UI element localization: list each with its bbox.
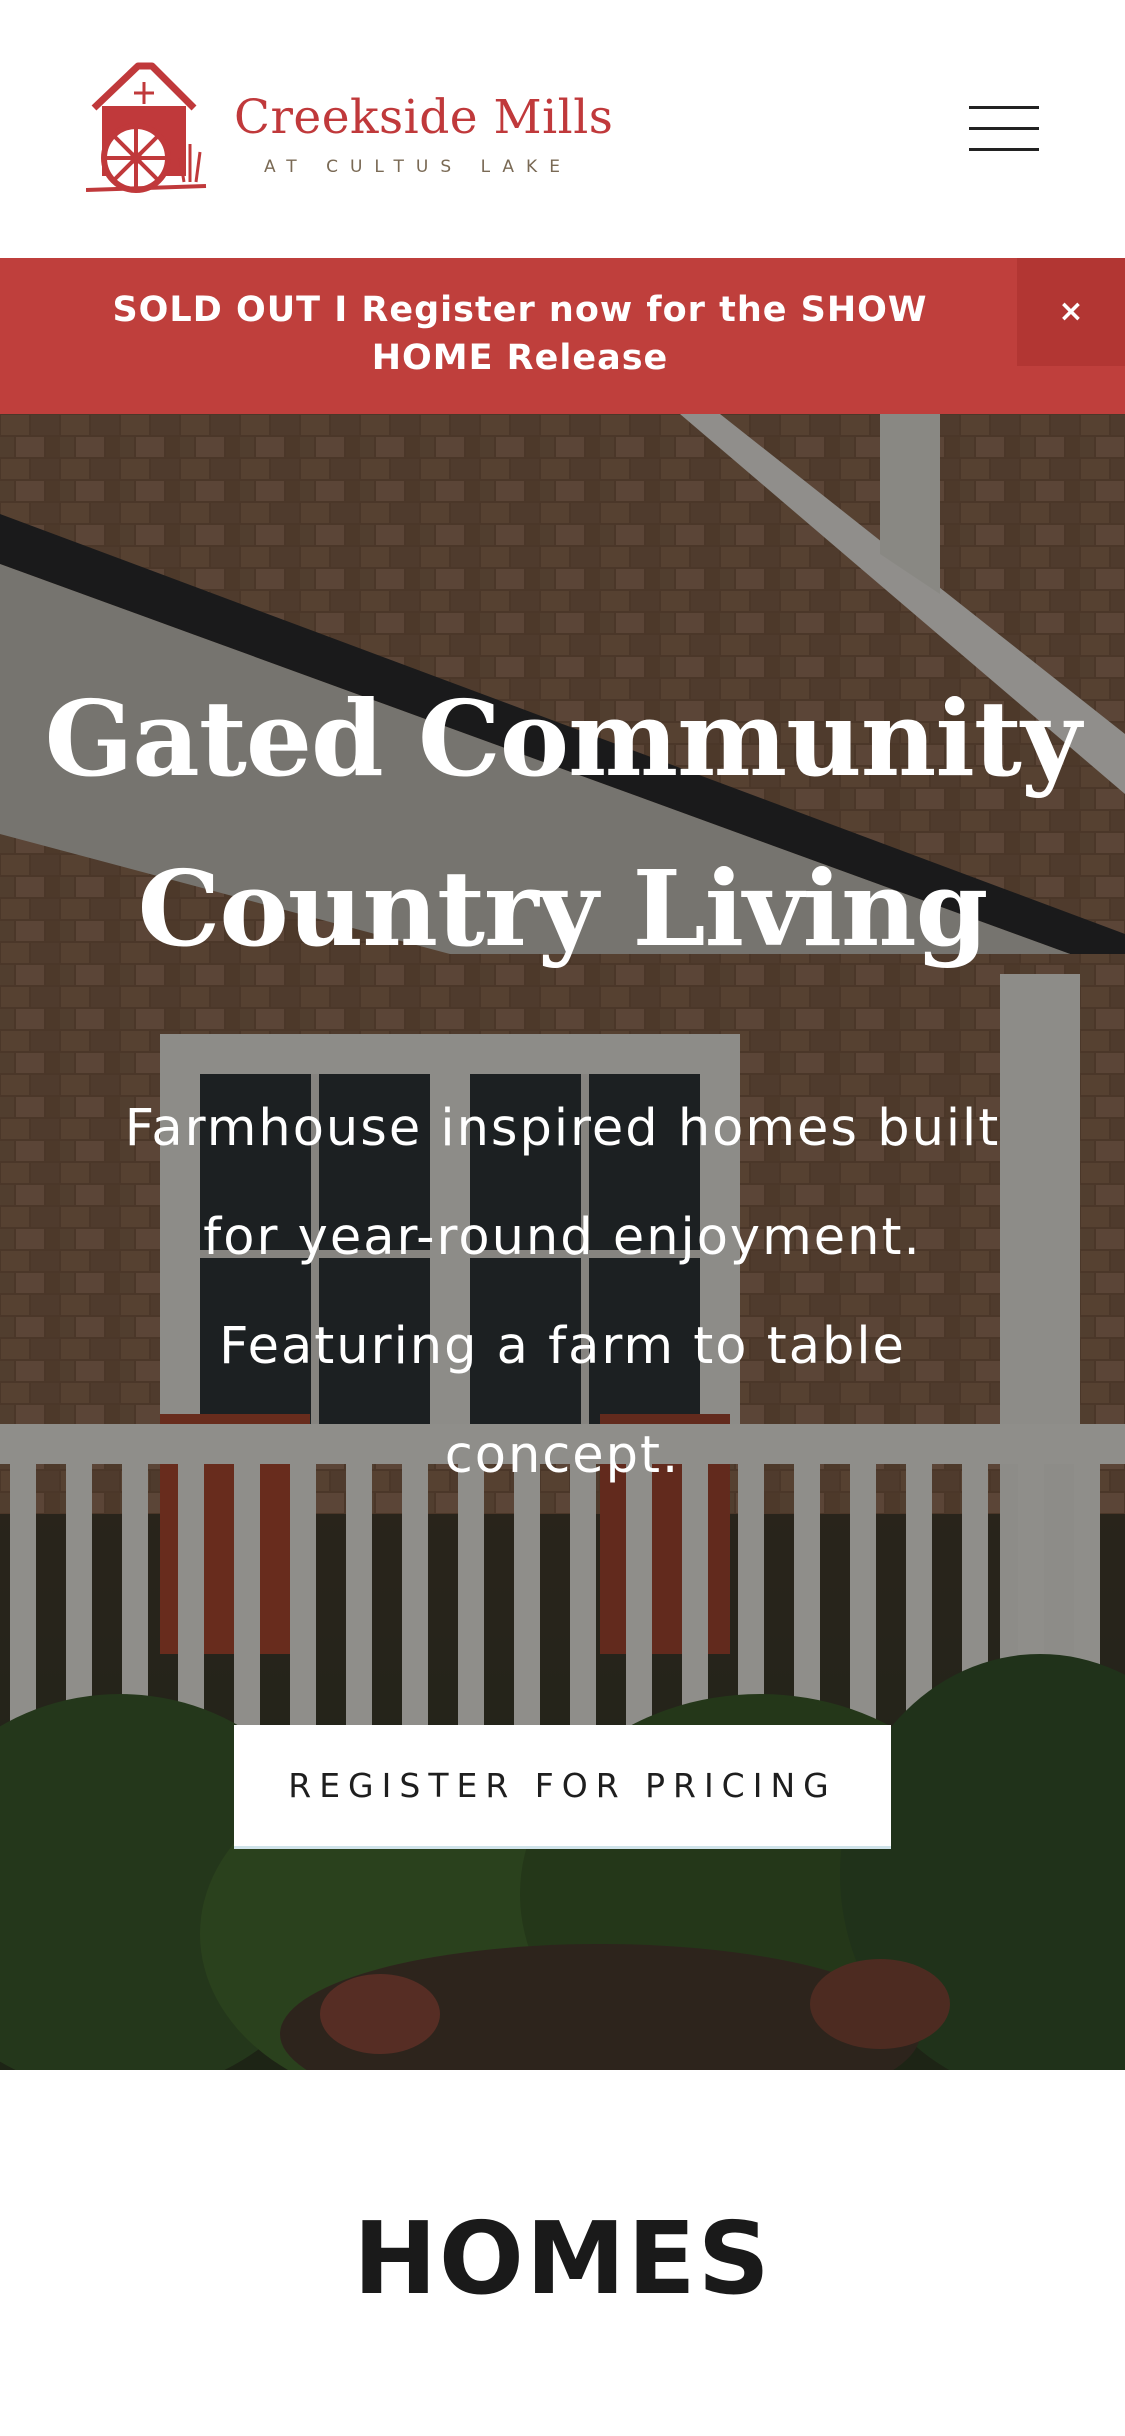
hero-subtitle: Farmhouse inspired homes built for year-… <box>124 1099 1001 1485</box>
menu-line <box>969 106 1039 109</box>
register-for-pricing-button[interactable]: REGISTER FOR PRICING <box>234 1725 891 1849</box>
announcement-banner: SOLD OUT I Register now for the SHOW HOM… <box>0 258 1125 414</box>
banner-text[interactable]: SOLD OUT I Register now for the SHOW HOM… <box>80 286 960 382</box>
mill-logo-icon <box>86 62 207 193</box>
menu-line <box>969 148 1039 151</box>
hamburger-menu-icon[interactable] <box>965 100 1041 156</box>
hero-section: Gated Community Country Living Farmhouse… <box>0 414 1125 2070</box>
logo-name: Creekside Mills <box>234 90 614 145</box>
homes-section-title: HOMES <box>353 2200 772 2317</box>
close-icon[interactable]: × <box>1017 258 1125 366</box>
hero-title: Gated Community Country Living <box>44 677 1082 970</box>
menu-line <box>969 127 1039 130</box>
site-header: Creekside Mills AT CULTUS LAKE <box>0 0 1125 258</box>
site-logo[interactable]: Creekside Mills AT CULTUS LAKE <box>86 62 613 202</box>
logo-subtitle: AT CULTUS LAKE <box>264 157 572 177</box>
